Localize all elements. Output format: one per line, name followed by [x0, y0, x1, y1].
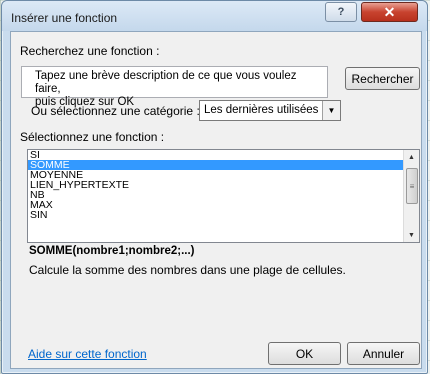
ok-button[interactable]: OK — [268, 342, 341, 365]
title-bar[interactable]: Insérer une fonction ? ✕ — [2, 1, 427, 31]
function-list-item[interactable]: MAX — [28, 200, 419, 211]
function-list-item[interactable]: SOMME — [28, 160, 419, 170]
function-syntax: SOMME(nombre1;nombre2;...) — [29, 245, 195, 257]
function-list-scrollbar[interactable]: ▲ ≡ ▼ — [403, 150, 419, 242]
function-list-item[interactable]: SIN — [28, 210, 419, 221]
function-list-item[interactable]: NB — [28, 190, 419, 201]
function-description: Calcule la somme des nombres dans une pl… — [29, 263, 346, 277]
search-heading: Recherchez une fonction : — [20, 44, 160, 58]
search-input[interactable]: Tapez une brève description de ce que vo… — [21, 66, 328, 108]
dialog-title: Insérer une fonction — [11, 11, 118, 25]
scroll-thumb[interactable]: ≡ — [406, 168, 418, 204]
scroll-up-icon[interactable]: ▲ — [404, 150, 419, 164]
search-button[interactable]: Rechercher — [345, 67, 420, 90]
function-list-item[interactable]: SI — [28, 150, 419, 160]
scroll-down-icon[interactable]: ▼ — [404, 228, 419, 242]
function-list-heading: Sélectionnez une fonction : — [20, 130, 165, 144]
chevron-down-icon[interactable]: ▼ — [322, 101, 340, 120]
insert-function-dialog: Insérer une fonction ? ✕ Recherchez une … — [1, 0, 428, 374]
category-label: Ou sélectionnez une catégorie : — [31, 104, 200, 118]
category-select[interactable]: Les dernières utilisées ▼ — [199, 100, 341, 121]
help-link[interactable]: Aide sur cette fonction — [28, 347, 147, 361]
function-list-items: SI SOMME MOYENNE LIEN_HYPERTEXTE NB MAX SIN — [28, 150, 419, 220]
function-list-item[interactable]: LIEN_HYPERTEXTE — [28, 180, 419, 191]
help-button[interactable]: ? — [325, 2, 357, 22]
function-list[interactable]: SI SOMME MOYENNE LIEN_HYPERTEXTE NB MAX SIN ▲ … — [27, 149, 420, 243]
cancel-button[interactable]: Annuler — [347, 342, 420, 365]
close-button[interactable]: ✕ — [361, 2, 418, 22]
category-select-value: Les dernières utilisées — [204, 104, 319, 116]
